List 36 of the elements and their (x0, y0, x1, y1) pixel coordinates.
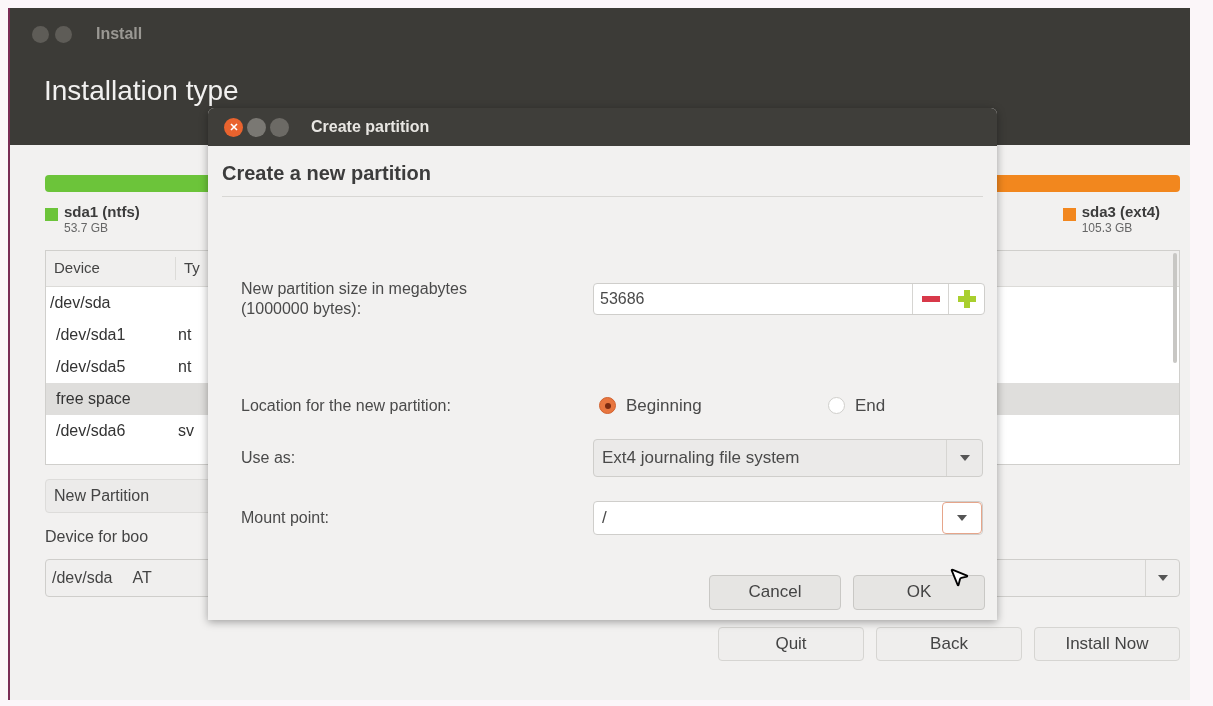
close-icon[interactable] (224, 117, 243, 137)
dialog-title: Create partition (311, 117, 430, 137)
footer-button[interactable]: Back (876, 627, 1022, 661)
caret-icon (957, 514, 967, 521)
caret-icon (1157, 575, 1168, 581)
scrollbar[interactable] (1173, 253, 1177, 363)
use-as-label: Use as: (241, 447, 297, 468)
radio-label: Beginning (626, 395, 702, 417)
caret-icon (959, 454, 970, 461)
boot-device-label: Device for boo (45, 527, 150, 547)
minimize-icon[interactable] (55, 25, 72, 43)
radio-button[interactable] (599, 397, 616, 415)
dialog-heading: Create a new partition (222, 162, 431, 184)
page-heading: Installation type (44, 74, 240, 108)
partition-label: sda3 (ext4) (1081, 204, 1160, 220)
radio-button[interactable] (828, 397, 845, 415)
size-spin-field[interactable]: 53686 (593, 283, 985, 315)
footer-button[interactable]: Install Now (1034, 627, 1180, 661)
mouse-pointer-icon (948, 566, 970, 588)
plus-icon (957, 290, 976, 308)
location-label: Location for the new partition: (241, 395, 452, 416)
maximize-icon[interactable] (270, 117, 289, 137)
size-label: New partition size in megabytes (1000000 bytes): (241, 279, 468, 319)
dialog-button[interactable]: OK (853, 574, 985, 610)
partition-size: 105.3 GB (1081, 220, 1134, 236)
minus-icon (921, 296, 940, 302)
partition-size: 53.7 GB (64, 220, 110, 236)
radio-label: End (855, 395, 886, 417)
window-title: Install (96, 24, 143, 44)
use-as-dropdown[interactable]: Ext4 journaling file system (593, 438, 983, 477)
mount-point-combobox[interactable]: / (593, 500, 983, 535)
partition-label: sda1 (ntfs) (64, 204, 140, 220)
column-header[interactable]: Ty (176, 257, 200, 280)
footer-button[interactable]: Quit (718, 627, 864, 661)
column-header[interactable]: Device (46, 257, 176, 280)
dialog-button[interactable]: Cancel (709, 574, 841, 610)
